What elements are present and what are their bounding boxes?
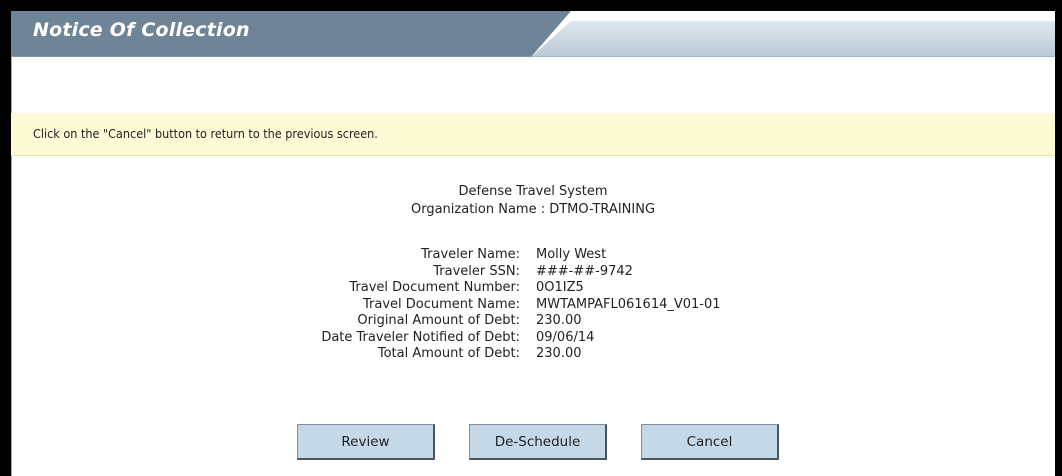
- detail-row-original-amount: Original Amount of Debt: 230.00: [11, 313, 1055, 330]
- detail-label: Total Amount of Debt:: [377, 346, 520, 361]
- detail-row-traveler-name: Traveler Name: Molly West: [11, 247, 1055, 264]
- instruction-text: Click on the "Cancel" button to return t…: [33, 126, 378, 141]
- page-title: Notice Of Collection: [33, 19, 250, 41]
- detail-row-document-name: Travel Document Name: MWTAMPAFL061614_V0…: [11, 297, 1055, 314]
- review-button[interactable]: Review: [297, 424, 435, 460]
- detail-value: 230.00: [536, 313, 582, 328]
- detail-row-date-notified: Date Traveler Notified of Debt: 09/06/14: [11, 330, 1055, 347]
- instruction-banner: Click on the "Cancel" button to return t…: [11, 113, 1055, 156]
- de-schedule-button[interactable]: De-Schedule: [469, 424, 607, 460]
- detail-value: 230.00: [536, 346, 582, 361]
- detail-row-document-number: Travel Document Number: 0O1IZ5: [11, 280, 1055, 297]
- summary-block: Defense Travel System Organization Name …: [11, 183, 1055, 219]
- detail-value: MWTAMPAFL061614_V01-01: [536, 296, 721, 312]
- system-name: Defense Travel System: [458, 184, 608, 199]
- detail-value: ###-##-9742: [536, 263, 633, 279]
- detail-row-traveler-ssn: Traveler SSN: ###-##-9742: [11, 264, 1055, 281]
- detail-value: Molly West: [536, 247, 607, 262]
- debt-details: Traveler Name: Molly West Traveler SSN: …: [11, 247, 1055, 363]
- detail-label: Travel Document Number:: [349, 280, 520, 295]
- detail-label: Traveler Name:: [421, 247, 520, 262]
- detail-label: Travel Document Name:: [363, 296, 520, 312]
- detail-value: 09/06/14: [536, 329, 595, 345]
- detail-value: 0O1IZ5: [536, 280, 584, 295]
- detail-label: Date Traveler Notified of Debt:: [321, 329, 520, 345]
- detail-row-total-amount: Total Amount of Debt: 230.00: [11, 346, 1055, 363]
- organization-name: Organization Name : DTMO-TRAINING: [410, 202, 656, 217]
- page-header: Notice Of Collection: [11, 11, 1055, 57]
- cancel-button[interactable]: Cancel: [641, 424, 779, 460]
- notice-of-collection-window: Notice Of Collection Click on the "Cance…: [11, 11, 1055, 476]
- detail-label: Traveler SSN:: [433, 263, 520, 279]
- detail-label: Original Amount of Debt:: [357, 313, 520, 328]
